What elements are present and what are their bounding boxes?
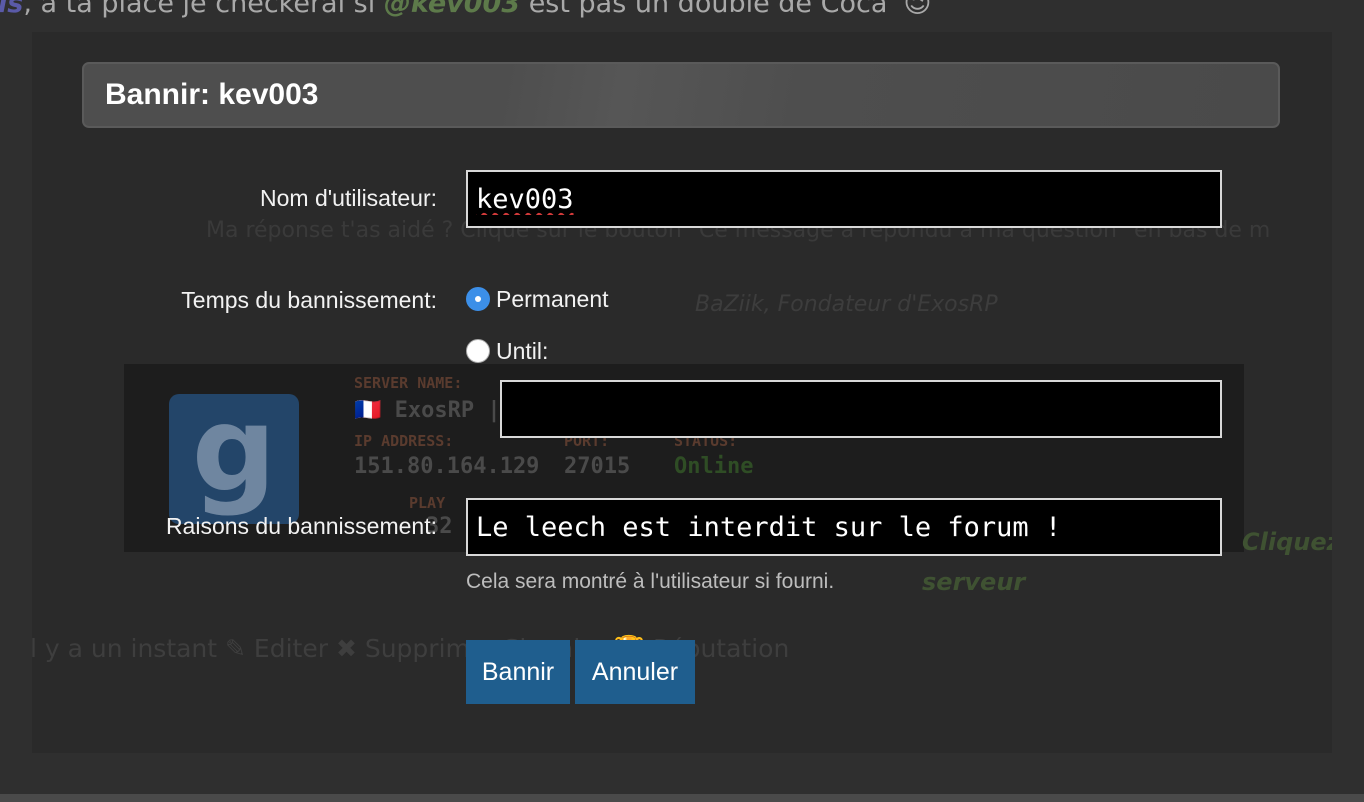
quote-line: is, à ta place je checkerai si @kev003 e… (0, 0, 932, 19)
cancel-button[interactable]: Annuler (575, 640, 695, 704)
server-name-label: SERVER NAME: (354, 374, 463, 392)
ghost-serveur-text: serveur (922, 568, 1026, 596)
ban-reason-label: Raisons du bannissement: (165, 513, 437, 539)
ghost-click-link: Cliquez i (1242, 528, 1332, 556)
permanent-radio[interactable] (466, 287, 490, 311)
ghost-signature: BaZiik, Fondateur d'ExosRP (695, 292, 998, 317)
username-label: Nom d'utilisateur: (260, 185, 437, 211)
quote-mention: @kev003 (383, 0, 521, 19)
page-bottom-bar (0, 794, 1364, 802)
ip-label: IP ADDRESS: (354, 432, 454, 450)
dialog-title: Bannir: kev003 (105, 78, 319, 111)
ban-dialog: Ma réponse t'as aidé ? Clique sur le bou… (32, 32, 1332, 753)
dialog-header: Bannir: kev003 (82, 62, 1280, 128)
ban-button[interactable]: Bannir (466, 640, 570, 704)
ban-time-label: Temps du bannissement: (181, 287, 437, 313)
server-ip: 151.80.164.129 (354, 454, 540, 479)
players-label: PLAY (409, 494, 446, 512)
permanent-option[interactable]: Permanent (466, 284, 609, 314)
server-status: Online (674, 454, 754, 479)
quote-text-2: est pas un double de Coca' (520, 0, 904, 19)
until-date-field[interactable] (500, 380, 1222, 438)
wink-emoji-icon: 😉 (903, 0, 932, 19)
ban-reason-hint: Cela sera montré à l'utilisateur si four… (466, 570, 835, 593)
gmod-logo-icon: g (169, 390, 299, 524)
until-label: Until: (496, 337, 549, 364)
quote-author: is (0, 0, 24, 19)
ban-reason-field[interactable] (466, 498, 1222, 556)
server-port: 27015 (564, 454, 631, 479)
until-option[interactable]: Until: (466, 336, 548, 366)
quote-text-1: , à ta place je checkerai si (23, 0, 384, 19)
username-field[interactable] (466, 170, 1222, 228)
until-radio[interactable] (466, 339, 490, 363)
permanent-label: Permanent (496, 285, 609, 312)
